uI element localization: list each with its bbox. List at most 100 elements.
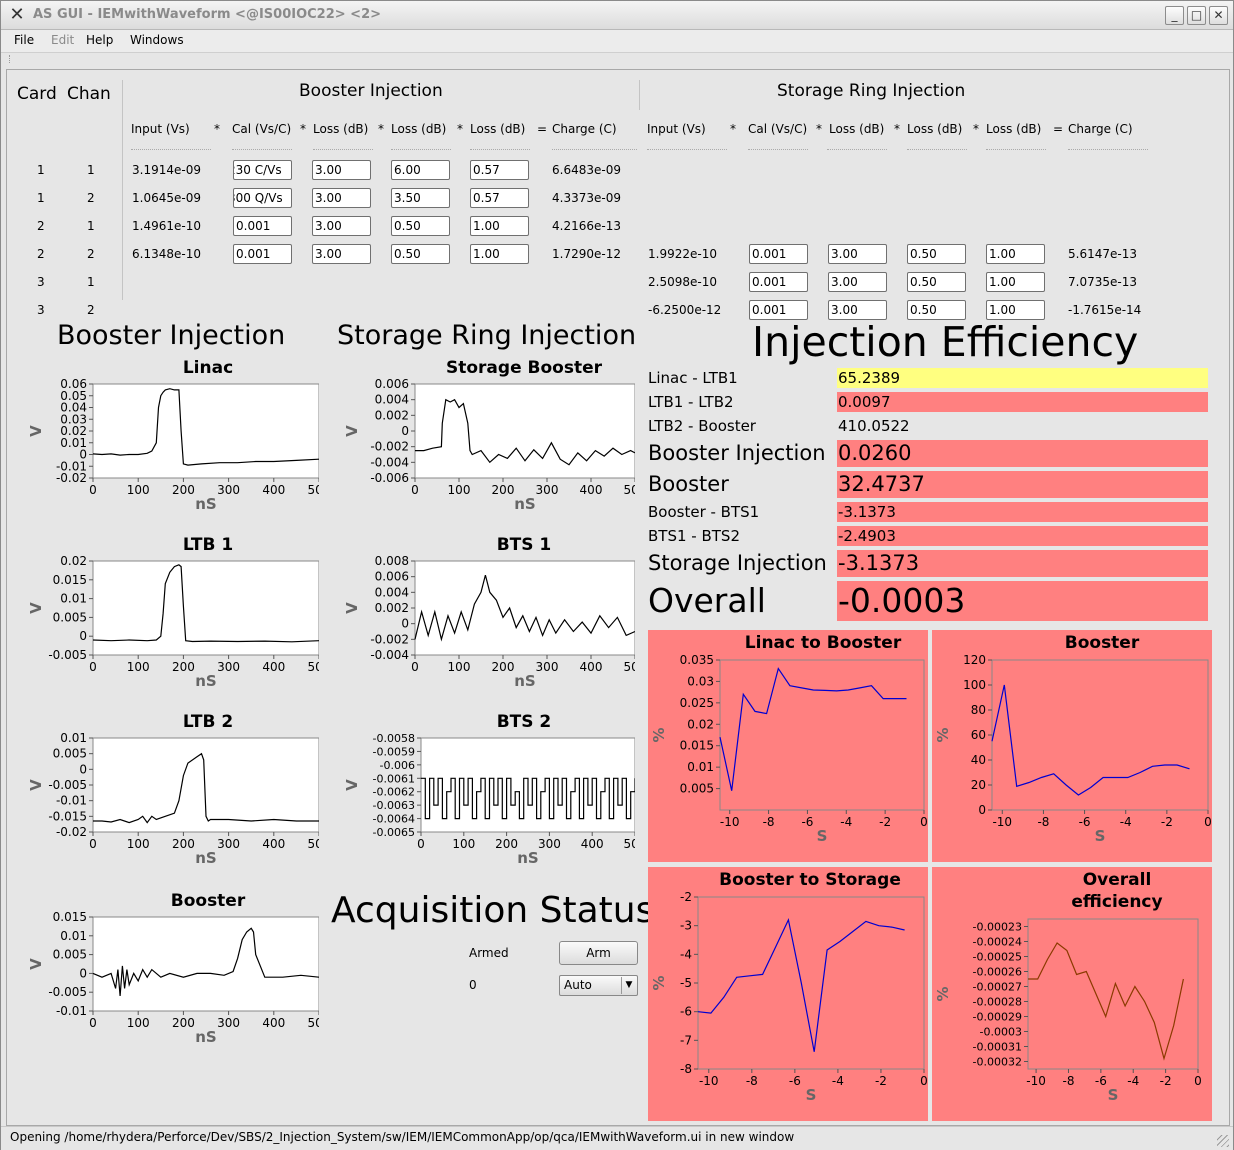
- storage-loss2-input[interactable]: 0.50: [907, 244, 966, 264]
- booster-loss3-input[interactable]: 0.57: [470, 160, 529, 180]
- plot-area: [414, 560, 635, 656]
- efficiency-value: -3.1373: [837, 502, 1208, 522]
- chevron-down-icon[interactable]: ▼: [621, 977, 636, 994]
- menu-edit[interactable]: Edit: [51, 33, 74, 47]
- title-bar[interactable]: ✕ AS GUI - IEMwithWaveform <@IS00IOC22> …: [1, 1, 1233, 30]
- x-tick-label: -2: [875, 1074, 887, 1088]
- booster-loss2-input[interactable]: 6.00: [391, 160, 450, 180]
- column-separator: [552, 148, 637, 150]
- efficiency-row: Booster - BTS1 -3.1373: [648, 502, 1213, 522]
- booster-loss3-input[interactable]: 1.00: [470, 244, 529, 264]
- booster-loss1-input[interactable]: 3.00: [312, 160, 371, 180]
- resize-grip[interactable]: [1217, 1135, 1229, 1147]
- y-tick-label: -0.00025: [973, 951, 1022, 964]
- storage-loss3-input[interactable]: 1.00: [986, 272, 1045, 292]
- efficiency-label: Overall: [648, 581, 766, 620]
- x-tick-label: -8: [1037, 815, 1049, 829]
- booster-calibration-input[interactable]: 0.001: [233, 216, 292, 236]
- chan-number: 2: [87, 191, 95, 205]
- booster-col-header: Charge (C): [552, 122, 617, 136]
- x-tick-label: 0: [89, 483, 97, 497]
- x-tick-label: 300: [217, 1016, 240, 1030]
- column-separator: [313, 148, 373, 150]
- storage-calibration-input[interactable]: 0.001: [749, 300, 808, 320]
- x-tick-label: -4: [1127, 1074, 1139, 1088]
- booster-loss1-input[interactable]: 3.00: [312, 188, 371, 208]
- y-tick-label: 0.004: [375, 393, 409, 407]
- x-axis-label: nS: [517, 849, 538, 867]
- efficiency-value: -2.4903: [837, 526, 1208, 546]
- booster-loss3-input[interactable]: 1.00: [470, 216, 529, 236]
- booster-loss2-input[interactable]: 0.50: [391, 216, 450, 236]
- x-tick-label: 0: [89, 1016, 97, 1030]
- y-tick-label: 100: [963, 678, 986, 692]
- y-tick-label: -0.004: [370, 648, 409, 662]
- x-tick-label: -8: [746, 1074, 758, 1088]
- storage-injection-table-title: Storage Ring Injection: [777, 81, 966, 101]
- plot-bts2-canvas: BTS 20100200300400500-0.0058-0.0059-0.00…: [343, 712, 635, 867]
- efficiency-row: LTB2 - Booster 410.0522: [648, 416, 1213, 436]
- column-separator: [827, 148, 887, 150]
- y-tick-label: -0.00032: [973, 1056, 1022, 1069]
- x-tick-label: 0: [1204, 815, 1212, 829]
- menu-file[interactable]: File: [14, 33, 34, 47]
- y-tick-label: -5: [680, 976, 692, 990]
- storage-calibration-input[interactable]: 0.001: [749, 272, 808, 292]
- x-axis-label: nS: [514, 495, 535, 513]
- efficiency-value: -0.0003: [837, 581, 1208, 621]
- y-tick-label: -4: [680, 947, 692, 961]
- booster-col-header: *: [300, 122, 306, 136]
- storage-col-header: Loss (dB): [907, 122, 963, 136]
- arm-button[interactable]: Arm: [559, 941, 638, 965]
- x-axis-label: nS: [195, 495, 216, 513]
- x-tick-label: 300: [536, 660, 559, 674]
- y-tick-label: 0.01: [687, 760, 714, 774]
- booster-loss1-input[interactable]: 3.00: [312, 216, 371, 236]
- storage-loss1-input[interactable]: 3.00: [828, 300, 887, 320]
- storage-loss3-input[interactable]: 1.00: [986, 300, 1045, 320]
- menu-windows[interactable]: Windows: [130, 33, 184, 47]
- mode-select[interactable]: Auto ▼: [559, 975, 638, 996]
- booster-input-value: 1.4961e-10: [132, 219, 201, 233]
- maximize-button[interactable]: □: [1187, 6, 1206, 25]
- plot-storage-booster: Storage Booster 0 100 200 300 400 500 0.006 0.00…: [343, 357, 635, 527]
- y-axis-label: V: [343, 779, 361, 791]
- efficiency-row: LTB1 - LTB2 0.0097: [648, 392, 1213, 412]
- storage-loss2-input[interactable]: 0.50: [907, 272, 966, 292]
- booster-calibration-input[interactable]: 300 Q/Vs: [233, 188, 292, 208]
- y-tick-label: 120: [963, 653, 986, 667]
- booster-loss2-input[interactable]: 0.50: [391, 244, 450, 264]
- x-tick-label: 300: [536, 483, 559, 497]
- booster-col-header: *: [378, 122, 384, 136]
- booster-calibration-input[interactable]: 230 C/Vs: [233, 160, 292, 180]
- x-tick-label: 400: [262, 1016, 285, 1030]
- minimize-button[interactable]: _: [1165, 6, 1184, 25]
- x-tick-label: -4: [1120, 815, 1132, 829]
- efficiency-label: LTB2 - Booster: [648, 417, 756, 435]
- storage-loss1-input[interactable]: 3.00: [828, 244, 887, 264]
- menu-help[interactable]: Help: [86, 33, 113, 47]
- app-x-icon: ✕: [9, 4, 25, 25]
- booster-loss1-input[interactable]: 3.00: [312, 244, 371, 264]
- booster-loss3-input[interactable]: 0.57: [470, 188, 529, 208]
- y-tick-label: 0.015: [680, 739, 714, 753]
- storage-loss1-input[interactable]: 3.00: [828, 272, 887, 292]
- y-tick-label: 20: [971, 778, 986, 792]
- storage-calibration-input[interactable]: 0.001: [749, 244, 808, 264]
- storage-loss2-input[interactable]: 0.50: [907, 300, 966, 320]
- close-button[interactable]: ✕: [1209, 6, 1228, 25]
- storage-injection-title: Storage Ring Injection: [337, 320, 637, 351]
- card-number: 1: [37, 163, 45, 177]
- x-tick-label: 100: [127, 660, 150, 674]
- x-axis-label: nS: [514, 672, 535, 690]
- storage-loss3-input[interactable]: 1.00: [986, 244, 1045, 264]
- chan-number: 2: [87, 247, 95, 261]
- booster-loss2-input[interactable]: 3.50: [391, 188, 450, 208]
- toolbar-handle[interactable]: [9, 55, 12, 63]
- y-tick-label: -0.02: [56, 471, 87, 485]
- storage-col-header: *: [730, 122, 736, 136]
- column-separator: [391, 148, 451, 150]
- x-tick-label: 200: [495, 837, 518, 851]
- storage-input-value: 1.9922e-10: [648, 247, 717, 261]
- booster-calibration-input[interactable]: 0.001: [233, 244, 292, 264]
